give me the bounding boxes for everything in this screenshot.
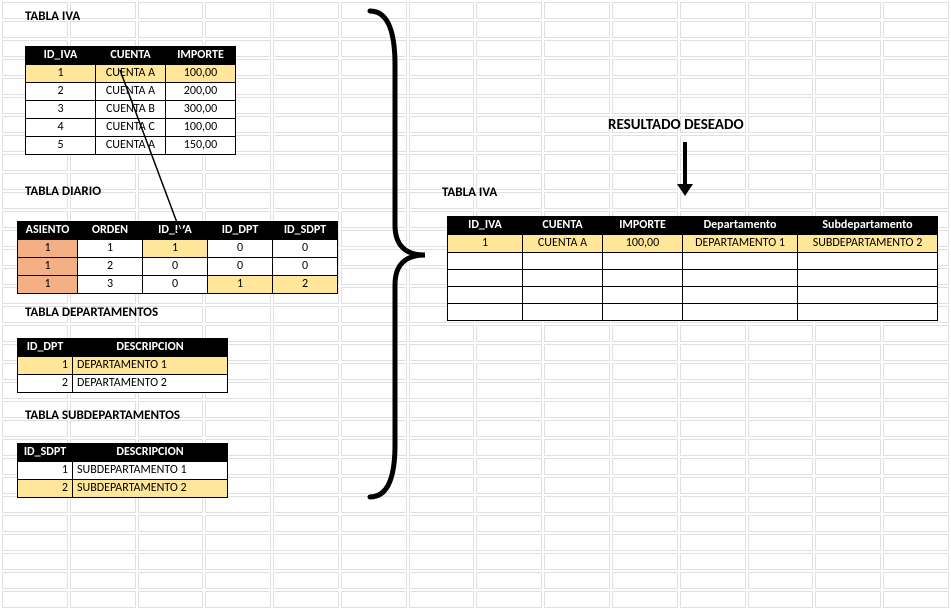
cell-idiva[interactable]: 1: [448, 235, 523, 253]
table-row: 1 CUENTA A 100,00 DEPARTAMENTO 1 SUBDEPA…: [448, 235, 938, 253]
cell-idiva[interactable]: 0: [143, 258, 208, 276]
cell-asiento[interactable]: 1: [18, 276, 78, 294]
cell-id[interactable]: 2: [18, 375, 73, 393]
table-row: [448, 287, 938, 304]
th-id-sdpt: ID_SDPT: [273, 222, 338, 240]
arrow-down-icon: [665, 138, 705, 200]
cell-dpt[interactable]: DEPARTAMENTO 1: [683, 235, 798, 253]
cell-id[interactable]: 4: [26, 119, 96, 137]
th-id-iva: ID_IVA: [26, 47, 96, 65]
cell-id[interactable]: 1: [18, 357, 73, 375]
title-tabla-departamentos: TABLA DEPARTAMENTOS: [25, 305, 158, 320]
title-tabla-iva-right: TABLA IVA: [442, 185, 497, 200]
cell-iddpt[interactable]: 0: [208, 258, 273, 276]
table-resultado: ID_IVA CUENTA IMPORTE Departamento Subde…: [447, 216, 938, 321]
cell-id[interactable]: 2: [18, 480, 73, 498]
table-row: [448, 270, 938, 287]
cell-idsdpt[interactable]: 0: [273, 240, 338, 258]
cell-id[interactable]: 5: [26, 137, 96, 155]
cell-id[interactable]: 1: [18, 462, 73, 480]
th-asiento: ASIENTO: [18, 222, 78, 240]
table-row: 12000: [18, 258, 338, 276]
th-importe: IMPORTE: [603, 217, 683, 235]
cell-asiento[interactable]: 1: [18, 258, 78, 276]
th-descripcion: DESCRIPCION: [73, 339, 228, 357]
cell-idsdpt[interactable]: 0: [273, 258, 338, 276]
cell-idiva[interactable]: 0: [143, 276, 208, 294]
table-subdepartamentos: ID_SDPT DESCRIPCION 1SUBDEPARTAMENTO 12S…: [17, 443, 228, 498]
table-row: 2DEPARTAMENTO 2: [18, 375, 228, 393]
cell-asiento[interactable]: 1: [18, 240, 78, 258]
th-id-iva: ID_IVA: [448, 217, 523, 235]
cell-idsdpt[interactable]: 2: [273, 276, 338, 294]
table-departamentos: ID_DPT DESCRIPCION 1DEPARTAMENTO 12DEPAR…: [17, 338, 228, 393]
th-cuenta: CUENTA: [523, 217, 603, 235]
th-descripcion: DESCRIPCION: [73, 444, 228, 462]
th-subdepartamento: Subdepartamento: [798, 217, 938, 235]
cell-orden[interactable]: 3: [78, 276, 143, 294]
title-tabla-iva: TABLA IVA: [25, 9, 80, 24]
cell-desc[interactable]: SUBDEPARTAMENTO 1: [73, 462, 228, 480]
th-departamento: Departamento: [683, 217, 798, 235]
table-row: ID_IVA CUENTA IMPORTE Departamento Subde…: [448, 217, 938, 235]
cell-iddpt[interactable]: 1: [208, 276, 273, 294]
cell-desc[interactable]: DEPARTAMENTO 1: [73, 357, 228, 375]
cell-cuenta[interactable]: CUENTA A: [523, 235, 603, 253]
cell-desc[interactable]: SUBDEPARTAMENTO 2: [73, 480, 228, 498]
table-row: 2SUBDEPARTAMENTO 2: [18, 480, 228, 498]
cell-id[interactable]: 3: [26, 101, 96, 119]
th-id-sdpt: ID_SDPT: [18, 444, 73, 462]
table-row: ID_DPT DESCRIPCION: [18, 339, 228, 357]
table-row: [448, 304, 938, 321]
cell-id[interactable]: 2: [26, 83, 96, 101]
table-row: [448, 253, 938, 270]
th-id-dpt: ID_DPT: [18, 339, 73, 357]
arrow-diagonal-icon: [100, 60, 220, 250]
table-row: ID_SDPT DESCRIPCION: [18, 444, 228, 462]
brace-icon: [355, 5, 435, 503]
title-tabla-diario: TABLA DIARIO: [25, 184, 101, 199]
table-row: 13012: [18, 276, 338, 294]
table-row: 1SUBDEPARTAMENTO 1: [18, 462, 228, 480]
cell-sdpt[interactable]: SUBDEPARTAMENTO 2: [798, 235, 938, 253]
title-resultado-deseado: RESULTADO DESEADO: [608, 116, 744, 134]
cell-orden[interactable]: 2: [78, 258, 143, 276]
cell-desc[interactable]: DEPARTAMENTO 2: [73, 375, 228, 393]
table-row: 1DEPARTAMENTO 1: [18, 357, 228, 375]
cell-importe[interactable]: 100,00: [603, 235, 683, 253]
title-tabla-subdepartamentos: TABLA SUBDEPARTAMENTOS: [25, 408, 180, 423]
cell-id[interactable]: 1: [26, 65, 96, 83]
